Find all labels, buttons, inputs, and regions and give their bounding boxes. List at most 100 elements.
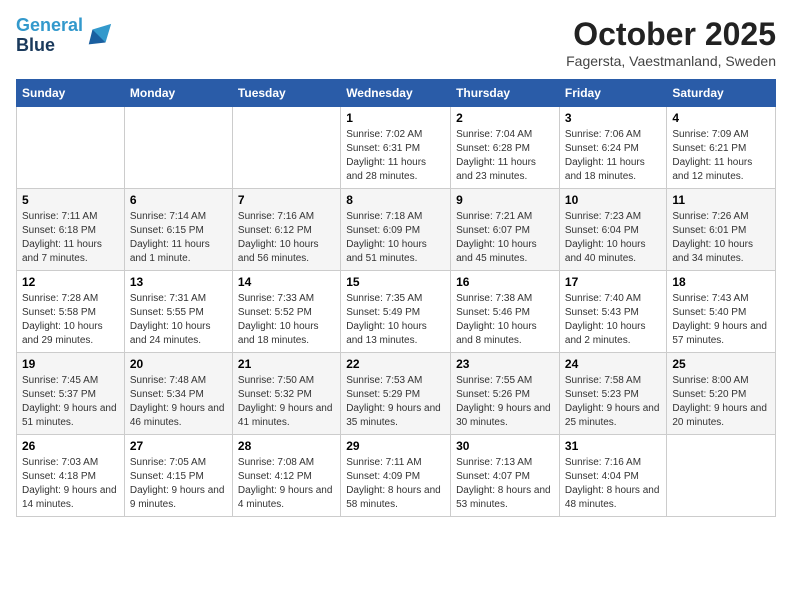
day-info: Sunrise: 7:09 AM Sunset: 6:21 PM Dayligh… [672, 128, 770, 184]
column-header-saturday: Saturday [667, 80, 776, 107]
day-cell: 16 Sunrise: 7:38 AM Sunset: 5:46 PM Dayli… [451, 271, 560, 353]
day-number: 21 [238, 357, 335, 371]
day-cell: 17 Sunrise: 7:40 AM Sunset: 5:43 PM Dayli… [559, 271, 666, 353]
page-header: GeneralBlue October 2025 Fagersta, Vaest… [16, 16, 776, 69]
day-info: Sunrise: 7:38 AM Sunset: 5:46 PM Dayligh… [456, 292, 554, 348]
day-info: Sunrise: 7:26 AM Sunset: 6:01 PM Dayligh… [672, 210, 770, 266]
header-row: SundayMondayTuesdayWednesdayThursdayFrid… [17, 80, 776, 107]
day-number: 7 [238, 193, 335, 207]
column-header-sunday: Sunday [17, 80, 125, 107]
day-cell: 8 Sunrise: 7:18 AM Sunset: 6:09 PM Daylig… [341, 189, 451, 271]
day-info: Sunrise: 7:23 AM Sunset: 6:04 PM Dayligh… [565, 210, 661, 266]
day-info: Sunrise: 7:43 AM Sunset: 5:40 PM Dayligh… [672, 292, 770, 348]
day-info: Sunrise: 7:21 AM Sunset: 6:07 PM Dayligh… [456, 210, 554, 266]
day-info: Sunrise: 7:11 AM Sunset: 4:09 PM Dayligh… [346, 456, 445, 512]
day-cell: 13 Sunrise: 7:31 AM Sunset: 5:55 PM Dayli… [124, 271, 232, 353]
week-row-1: 1 Sunrise: 7:02 AM Sunset: 6:31 PM Daylig… [17, 107, 776, 189]
day-info: Sunrise: 7:31 AM Sunset: 5:55 PM Dayligh… [130, 292, 227, 348]
day-info: Sunrise: 7:35 AM Sunset: 5:49 PM Dayligh… [346, 292, 445, 348]
week-row-4: 19 Sunrise: 7:45 AM Sunset: 5:37 PM Dayli… [17, 353, 776, 435]
day-info: Sunrise: 7:28 AM Sunset: 5:58 PM Dayligh… [22, 292, 119, 348]
day-cell [232, 107, 340, 189]
day-info: Sunrise: 7:16 AM Sunset: 6:12 PM Dayligh… [238, 210, 335, 266]
day-number: 4 [672, 111, 770, 125]
day-cell: 5 Sunrise: 7:11 AM Sunset: 6:18 PM Daylig… [17, 189, 125, 271]
day-cell: 18 Sunrise: 7:43 AM Sunset: 5:40 PM Dayli… [667, 271, 776, 353]
day-info: Sunrise: 8:00 AM Sunset: 5:20 PM Dayligh… [672, 374, 770, 430]
day-number: 8 [346, 193, 445, 207]
day-number: 9 [456, 193, 554, 207]
day-number: 3 [565, 111, 661, 125]
day-info: Sunrise: 7:33 AM Sunset: 5:52 PM Dayligh… [238, 292, 335, 348]
day-cell: 27 Sunrise: 7:05 AM Sunset: 4:15 PM Dayli… [124, 435, 232, 517]
day-number: 2 [456, 111, 554, 125]
day-number: 30 [456, 439, 554, 453]
day-info: Sunrise: 7:08 AM Sunset: 4:12 PM Dayligh… [238, 456, 335, 512]
day-number: 17 [565, 275, 661, 289]
column-header-wednesday: Wednesday [341, 80, 451, 107]
day-cell: 11Sunrise: 7:26 AM Sunset: 6:01 PM Dayli… [667, 189, 776, 271]
day-cell: 26 Sunrise: 7:03 AM Sunset: 4:18 PM Dayli… [17, 435, 125, 517]
day-info: Sunrise: 7:50 AM Sunset: 5:32 PM Dayligh… [238, 374, 335, 430]
day-number: 26 [22, 439, 119, 453]
day-info: Sunrise: 7:04 AM Sunset: 6:28 PM Dayligh… [456, 128, 554, 184]
day-cell: 21 Sunrise: 7:50 AM Sunset: 5:32 PM Dayli… [232, 353, 340, 435]
day-info: Sunrise: 7:18 AM Sunset: 6:09 PM Dayligh… [346, 210, 445, 266]
day-cell: 3 Sunrise: 7:06 AM Sunset: 6:24 PM Daylig… [559, 107, 666, 189]
day-info: Sunrise: 7:14 AM Sunset: 6:15 PM Dayligh… [130, 210, 227, 266]
day-info: Sunrise: 7:16 AM Sunset: 4:04 PM Dayligh… [565, 456, 661, 512]
day-cell: 2 Sunrise: 7:04 AM Sunset: 6:28 PM Daylig… [451, 107, 560, 189]
day-number: 18 [672, 275, 770, 289]
day-number: 14 [238, 275, 335, 289]
day-info: Sunrise: 7:40 AM Sunset: 5:43 PM Dayligh… [565, 292, 661, 348]
day-info: Sunrise: 7:05 AM Sunset: 4:15 PM Dayligh… [130, 456, 227, 512]
day-cell: 24Sunrise: 7:58 AM Sunset: 5:23 PM Dayli… [559, 353, 666, 435]
day-number: 13 [130, 275, 227, 289]
logo: GeneralBlue [16, 16, 113, 56]
day-number: 25 [672, 357, 770, 371]
day-cell: 10 Sunrise: 7:23 AM Sunset: 6:04 PM Dayli… [559, 189, 666, 271]
day-info: Sunrise: 7:45 AM Sunset: 5:37 PM Dayligh… [22, 374, 119, 430]
column-header-monday: Monday [124, 80, 232, 107]
day-info: Sunrise: 7:48 AM Sunset: 5:34 PM Dayligh… [130, 374, 227, 430]
day-number: 27 [130, 439, 227, 453]
day-info: Sunrise: 7:06 AM Sunset: 6:24 PM Dayligh… [565, 128, 661, 184]
day-cell: 20Sunrise: 7:48 AM Sunset: 5:34 PM Dayli… [124, 353, 232, 435]
day-cell: 7 Sunrise: 7:16 AM Sunset: 6:12 PM Daylig… [232, 189, 340, 271]
day-info: Sunrise: 7:03 AM Sunset: 4:18 PM Dayligh… [22, 456, 119, 512]
day-number: 1 [346, 111, 445, 125]
day-number: 5 [22, 193, 119, 207]
day-cell: 9 Sunrise: 7:21 AM Sunset: 6:07 PM Daylig… [451, 189, 560, 271]
day-cell [17, 107, 125, 189]
day-cell [667, 435, 776, 517]
day-info: Sunrise: 7:13 AM Sunset: 4:07 PM Dayligh… [456, 456, 554, 512]
day-number: 10 [565, 193, 661, 207]
day-cell: 28 Sunrise: 7:08 AM Sunset: 4:12 PM Dayli… [232, 435, 340, 517]
logo-text: GeneralBlue [16, 16, 83, 56]
day-info: Sunrise: 7:55 AM Sunset: 5:26 PM Dayligh… [456, 374, 554, 430]
week-row-5: 26 Sunrise: 7:03 AM Sunset: 4:18 PM Dayli… [17, 435, 776, 517]
day-number: 15 [346, 275, 445, 289]
day-number: 12 [22, 275, 119, 289]
calendar-subtitle: Fagersta, Vaestmanland, Sweden [566, 53, 776, 69]
day-cell: 23Sunrise: 7:55 AM Sunset: 5:26 PM Dayli… [451, 353, 560, 435]
day-cell [124, 107, 232, 189]
day-info: Sunrise: 7:11 AM Sunset: 6:18 PM Dayligh… [22, 210, 119, 266]
column-header-tuesday: Tuesday [232, 80, 340, 107]
day-cell: 4 Sunrise: 7:09 AM Sunset: 6:21 PM Daylig… [667, 107, 776, 189]
title-block: October 2025 Fagersta, Vaestmanland, Swe… [566, 16, 776, 69]
day-number: 19 [22, 357, 119, 371]
day-number: 31 [565, 439, 661, 453]
day-number: 28 [238, 439, 335, 453]
week-row-3: 12 Sunrise: 7:28 AM Sunset: 5:58 PM Dayli… [17, 271, 776, 353]
day-number: 16 [456, 275, 554, 289]
logo-icon [85, 22, 113, 50]
calendar-title: October 2025 [566, 16, 776, 53]
day-cell: 15 Sunrise: 7:35 AM Sunset: 5:49 PM Dayli… [341, 271, 451, 353]
calendar-table: SundayMondayTuesdayWednesdayThursdayFrid… [16, 79, 776, 517]
column-header-friday: Friday [559, 80, 666, 107]
day-cell: 30 Sunrise: 7:13 AM Sunset: 4:07 PM Dayli… [451, 435, 560, 517]
day-cell: 22Sunrise: 7:53 AM Sunset: 5:29 PM Dayli… [341, 353, 451, 435]
day-info: Sunrise: 7:02 AM Sunset: 6:31 PM Dayligh… [346, 128, 445, 184]
day-number: 22 [346, 357, 445, 371]
